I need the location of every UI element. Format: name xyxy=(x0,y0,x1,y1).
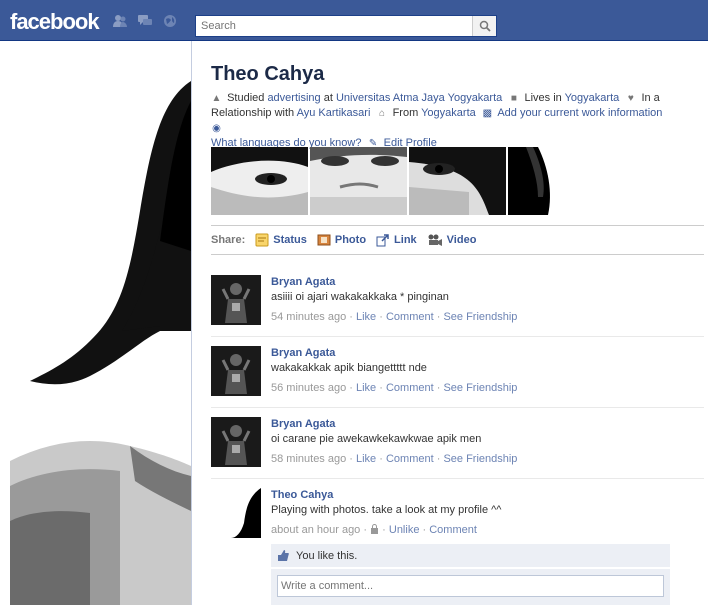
likes-text: You like this. xyxy=(296,549,358,562)
post-timestamp[interactable]: 56 minutes ago xyxy=(271,382,346,394)
like-link[interactable]: Like xyxy=(356,453,376,465)
post-author-link[interactable]: Theo Cahya xyxy=(271,488,691,502)
see-friendship-link[interactable]: See Friendship xyxy=(443,382,517,394)
share-label: Share: xyxy=(211,234,246,246)
thumbs-up-icon xyxy=(278,550,289,561)
comment-link[interactable]: Comment xyxy=(386,453,434,465)
post-author-avatar[interactable] xyxy=(211,275,261,325)
from-label: From xyxy=(392,107,419,119)
post-timestamp[interactable]: 58 minutes ago xyxy=(271,453,346,465)
photo-thumbnail[interactable] xyxy=(211,147,308,215)
wall-post: Bryan Agata oi carane pie awekawkekawkwa… xyxy=(211,417,704,479)
notifications-globe-icon[interactable] xyxy=(162,14,178,28)
recent-photos-strip xyxy=(211,147,611,215)
profile-picture[interactable] xyxy=(10,41,191,605)
post-author-avatar[interactable] xyxy=(211,417,261,467)
like-link[interactable]: Like xyxy=(356,382,376,394)
studied-label: Studied xyxy=(227,92,265,104)
post-meta: about an hour ago · · Unlike · Comment xyxy=(271,524,477,536)
post-author-link[interactable]: Bryan Agata xyxy=(271,346,691,360)
home-icon: ⌂ xyxy=(378,108,386,119)
likes-summary: You like this. xyxy=(271,544,670,567)
post-meta: 58 minutes ago · Like · Comment · See Fr… xyxy=(271,453,518,465)
post-author-link[interactable]: Bryan Agata xyxy=(271,275,691,289)
like-link[interactable]: Like xyxy=(356,311,376,323)
school-link[interactable]: Universitas Atma Jaya Yogyakarta xyxy=(336,92,502,104)
unlike-link[interactable]: Unlike xyxy=(389,524,420,536)
comment-box xyxy=(271,569,670,605)
wall-post: Bryan Agata asiiii oi ajari wakakakkaka … xyxy=(211,275,704,337)
studied-subject-link[interactable]: advertising xyxy=(267,92,320,104)
see-friendship-link[interactable]: See Friendship xyxy=(443,311,517,323)
video-camera-icon xyxy=(428,234,442,246)
post-meta: 56 minutes ago · Like · Comment · See Fr… xyxy=(271,382,518,394)
post-message: wakakakkak apik biangettttt nde xyxy=(271,362,427,374)
city-icon: ■ xyxy=(510,93,517,104)
lock-privacy-icon[interactable] xyxy=(370,524,379,534)
share-photo-label: Photo xyxy=(334,234,367,246)
profile-name[interactable]: Theo Cahya xyxy=(211,63,324,86)
share-bar: Share: Status Photo Link Video xyxy=(211,225,704,255)
share-video-button[interactable]: Video xyxy=(427,233,477,247)
comment-link[interactable]: Comment xyxy=(386,311,434,323)
facebook-logo[interactable]: facebook xyxy=(10,9,100,35)
wall-post: Bryan Agata wakakakkak apik biangettttt … xyxy=(211,346,704,408)
post-message: asiiii oi ajari wakakakkaka * pinginan xyxy=(271,291,449,303)
share-status-label: Status xyxy=(273,234,307,246)
post-author-avatar[interactable] xyxy=(211,488,261,538)
see-friendship-link[interactable]: See Friendship xyxy=(443,453,517,465)
photo-thumbnail[interactable] xyxy=(508,147,605,215)
share-link-button[interactable]: Link xyxy=(376,233,417,247)
partner-link[interactable]: Ayu Kartikasari xyxy=(297,107,371,119)
friend-requests-icon[interactable] xyxy=(112,14,128,28)
post-author-avatar[interactable] xyxy=(211,346,261,396)
add-work-link[interactable]: Add your current work information xyxy=(497,107,662,119)
post-message: Playing with photos. take a look at my p… xyxy=(271,504,502,516)
messages-icon[interactable] xyxy=(137,14,153,28)
post-meta: 54 minutes ago · Like · Comment · See Fr… xyxy=(271,311,518,323)
education-icon: ▲ xyxy=(211,93,222,104)
lives-label: Lives in xyxy=(524,92,562,104)
briefcase-icon: ▩ xyxy=(482,108,493,119)
photo-thumbnail[interactable] xyxy=(409,147,506,215)
search-input[interactable] xyxy=(196,16,472,36)
post-message: oi carane pie awekawkekawkwae apik men xyxy=(271,433,482,445)
search-icon xyxy=(479,20,491,32)
share-photo-button[interactable]: Photo xyxy=(317,233,366,247)
status-icon xyxy=(255,233,269,247)
share-status-button[interactable]: Status xyxy=(255,233,307,247)
comment-link[interactable]: Comment xyxy=(386,382,434,394)
comment-input[interactable] xyxy=(277,575,664,597)
link-icon xyxy=(376,234,389,247)
photo-thumbnail[interactable] xyxy=(310,147,407,215)
post-timestamp[interactable]: about an hour ago xyxy=(271,524,360,536)
search-bar[interactable] xyxy=(195,15,497,37)
studied-at-label: at xyxy=(323,92,333,104)
comment-link[interactable]: Comment xyxy=(429,524,477,536)
post-author-link[interactable]: Bryan Agata xyxy=(271,417,691,431)
top-bar: facebook xyxy=(0,0,708,41)
from-city-link[interactable]: Yogyakarta xyxy=(421,107,476,119)
heart-icon: ♥ xyxy=(627,93,634,104)
lives-city-link[interactable]: Yogyakarta xyxy=(565,92,620,104)
profile-info: ▲ Studied advertising at Universitas Atm… xyxy=(211,91,681,151)
search-button[interactable] xyxy=(472,16,496,36)
globe-icon: ◉ xyxy=(212,123,221,134)
share-link-label: Link xyxy=(394,234,417,246)
page-margin xyxy=(0,41,10,605)
share-video-label: Video xyxy=(446,234,477,246)
post-timestamp[interactable]: 54 minutes ago xyxy=(271,311,346,323)
profile-main-column: Theo Cahya ▲ Studied advertising at Univ… xyxy=(191,41,708,605)
photo-icon xyxy=(317,234,331,246)
profile-photo-image xyxy=(10,41,191,605)
